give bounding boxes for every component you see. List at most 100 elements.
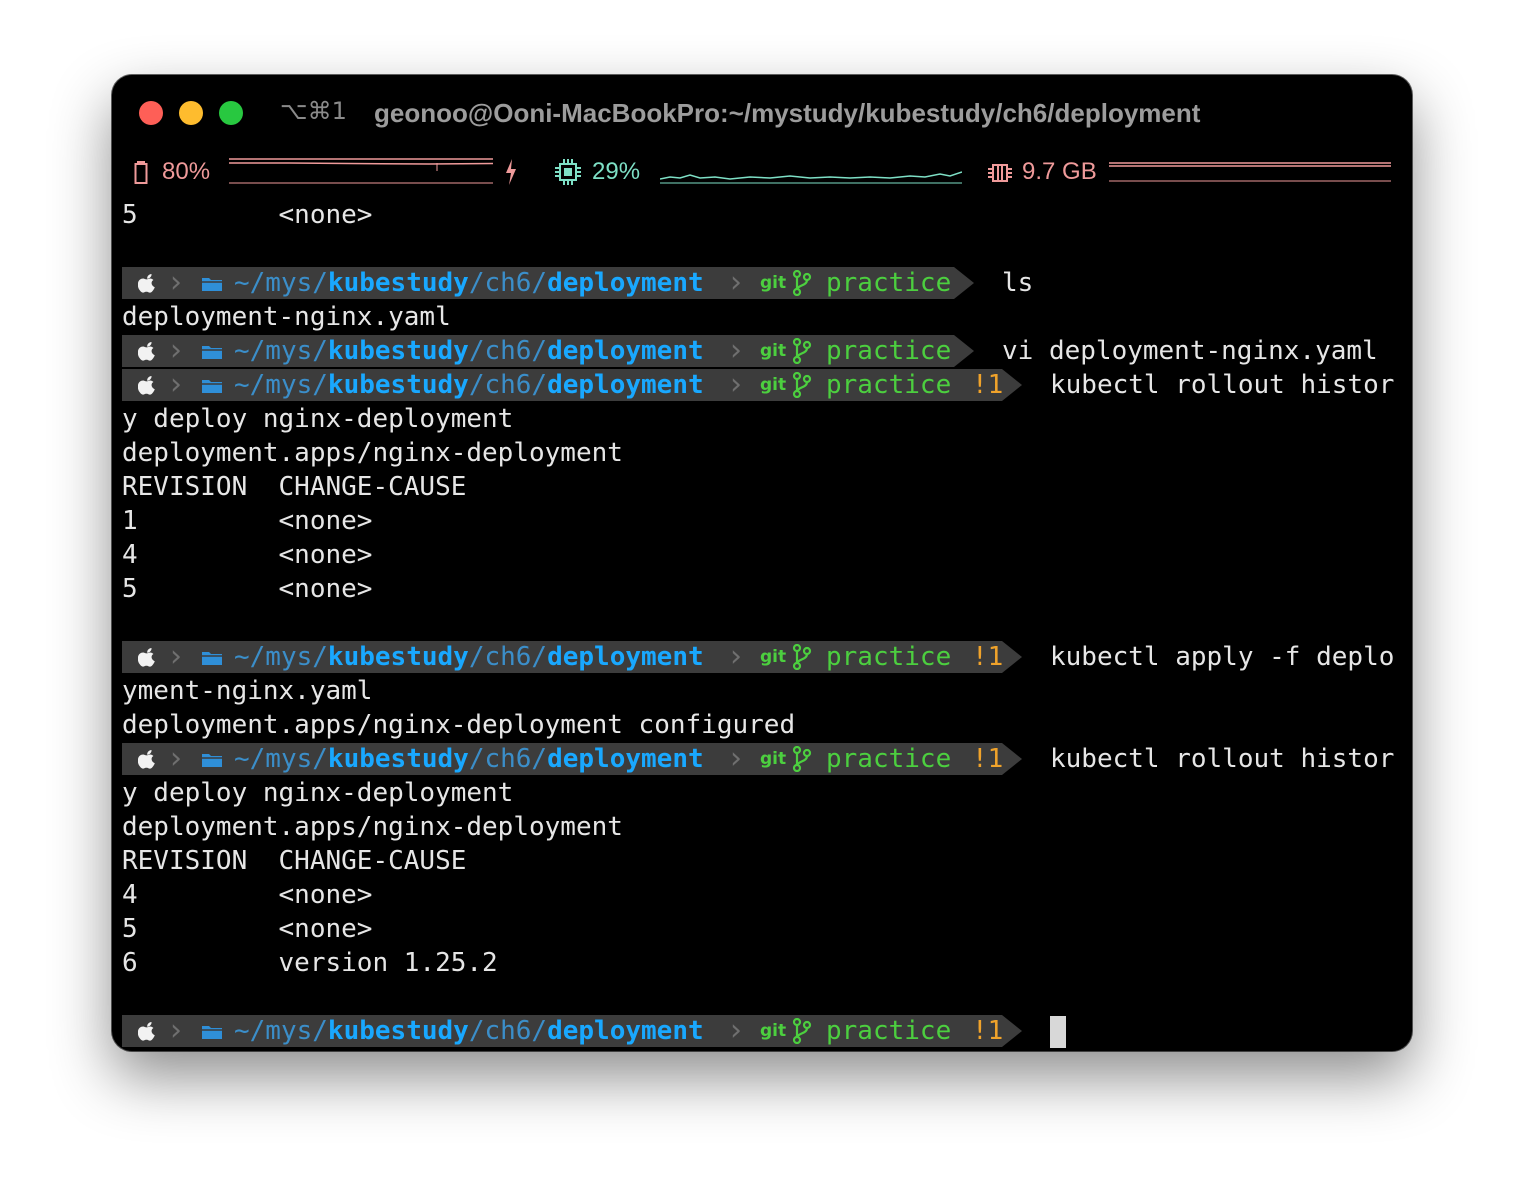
- git-icon: git: [760, 273, 787, 293]
- output-line: deployment.apps/nginx-deployment: [122, 438, 623, 468]
- path-segment-ch6: /ch6/: [468, 268, 548, 298]
- folder-icon: [202, 754, 222, 767]
- git-branch: practice: [826, 370, 952, 400]
- chevron-right-icon: ›: [170, 333, 182, 368]
- folder-icon: [202, 652, 222, 665]
- output-line: deployment.apps/nginx-deployment configu…: [122, 710, 796, 740]
- apple-icon: [138, 1022, 155, 1041]
- git-dirty-count: !1: [972, 370, 1004, 400]
- chevron-right-icon: ›: [730, 741, 742, 776]
- close-button[interactable]: [139, 101, 163, 125]
- git-icon: git: [760, 749, 787, 769]
- chevron-right-icon: ›: [730, 1013, 742, 1048]
- output-line: deployment-nginx.yaml: [122, 302, 451, 332]
- branch-icon: [792, 270, 812, 296]
- branch-icon: [792, 338, 812, 364]
- command-text: kubectl rollout histor: [1050, 744, 1395, 774]
- path-segment-ch6: /ch6/: [468, 370, 548, 400]
- path-prefix: ~/mys/: [234, 370, 328, 400]
- zoom-button[interactable]: [219, 101, 243, 125]
- branch-icon: [792, 372, 812, 398]
- git-dirty-count: !1: [972, 642, 1004, 672]
- active-shell-prompt[interactable]: › ~/mys/kubestudy/ch6/deployment › git p…: [122, 1014, 1412, 1048]
- apple-icon: [138, 274, 155, 293]
- path-segment-kubestudy: kubestudy: [327, 744, 469, 774]
- output-line: 4 <none>: [122, 880, 373, 910]
- chevron-right-icon: ›: [730, 265, 742, 300]
- terminal-window[interactable]: ⌥⌘1 geonoo@Ooni-MacBookPro:~/mystudy/kub…: [112, 75, 1412, 1051]
- path-segment-deployment: deployment: [547, 744, 704, 774]
- chevron-right-icon: ›: [170, 265, 182, 300]
- output-line: 5 <none>: [122, 914, 373, 944]
- path-segment-ch6: /ch6/: [468, 336, 548, 366]
- folder-icon: [202, 278, 222, 291]
- cpu-graph: [660, 171, 962, 184]
- minimize-button[interactable]: [179, 101, 203, 125]
- git-branch: practice: [826, 268, 952, 298]
- git-branch: practice: [826, 642, 952, 672]
- git-dirty-count: !1: [972, 1016, 1004, 1046]
- window-shortcut: ⌥⌘1: [280, 97, 347, 125]
- chevron-right-icon: ›: [170, 1013, 182, 1048]
- output-line: 1 <none>: [122, 506, 373, 536]
- charging-icon: [506, 159, 516, 185]
- cpu-icon: [555, 159, 581, 185]
- branch-icon: [792, 644, 812, 670]
- title-bar[interactable]: ⌥⌘1 geonoo@Ooni-MacBookPro:~/mystudy/kub…: [112, 75, 1412, 155]
- output-line: REVISION CHANGE-CAUSE: [122, 472, 467, 502]
- branch-icon: [792, 746, 812, 772]
- status-bar: 80% 29% 9.7 GB: [112, 155, 1412, 195]
- git-branch: practice: [826, 336, 952, 366]
- output-line: y deploy nginx-deployment: [122, 404, 514, 434]
- apple-icon: [138, 342, 155, 361]
- path-prefix: ~/mys/: [234, 268, 328, 298]
- output-line: 4 <none>: [122, 540, 373, 570]
- memory-usage: 9.7 GB: [1022, 158, 1097, 185]
- output-line: 5 <none>: [122, 200, 373, 230]
- shell-prompt: › ~/mys/kubestudy/ch6/deployment › git p…: [122, 640, 1412, 674]
- path-segment-kubestudy: kubestudy: [327, 336, 469, 366]
- path-segment-kubestudy: kubestudy: [327, 1016, 469, 1046]
- command-text: ls: [1002, 268, 1034, 298]
- command-text: kubectl rollout histor: [1050, 370, 1395, 400]
- memory-graph: [1109, 162, 1391, 182]
- git-icon: git: [760, 1021, 787, 1041]
- terminal-output[interactable]: 5 <none> › ~/mys/kubestudy/ch6/deploymen…: [122, 198, 1412, 1048]
- chevron-right-icon: ›: [170, 639, 182, 674]
- path-segment-kubestudy: kubestudy: [327, 268, 469, 298]
- battery-graph: [229, 158, 493, 184]
- output-line: REVISION CHANGE-CAUSE: [122, 846, 467, 876]
- git-icon: git: [760, 375, 787, 395]
- output-line: 6 version 1.25.2: [122, 948, 498, 978]
- path-segment-ch6: /ch6/: [468, 1016, 548, 1046]
- shell-prompt: › ~/mys/kubestudy/ch6/deployment › git p…: [122, 334, 1412, 368]
- path-segment-deployment: deployment: [547, 1016, 704, 1046]
- path-segment-ch6: /ch6/: [468, 744, 548, 774]
- git-branch: practice: [826, 744, 952, 774]
- folder-icon: [202, 346, 222, 359]
- path-prefix: ~/mys/: [234, 1016, 328, 1046]
- branch-icon: [792, 1018, 812, 1044]
- git-dirty-count: !1: [972, 744, 1004, 774]
- folder-icon: [202, 1026, 222, 1039]
- path-prefix: ~/mys/: [234, 642, 328, 672]
- chevron-right-icon: ›: [730, 639, 742, 674]
- apple-icon: [138, 648, 155, 667]
- shell-prompt: › ~/mys/kubestudy/ch6/deployment › git p…: [122, 368, 1412, 402]
- text-cursor[interactable]: [1050, 1016, 1066, 1048]
- folder-icon: [202, 380, 222, 393]
- path-prefix: ~/mys/: [234, 744, 328, 774]
- shell-prompt: › ~/mys/kubestudy/ch6/deployment › git p…: [122, 742, 1412, 776]
- chevron-right-icon: ›: [170, 367, 182, 402]
- path-segment-kubestudy: kubestudy: [327, 370, 469, 400]
- path-segment-ch6: /ch6/: [468, 642, 548, 672]
- git-icon: git: [760, 647, 787, 667]
- command-text: kubectl apply -f deplo: [1050, 642, 1395, 672]
- window-title: geonoo@Ooni-MacBookPro:~/mystudy/kubestu…: [374, 98, 1201, 128]
- battery-icon: [134, 161, 148, 184]
- path-prefix: ~/mys/: [234, 336, 328, 366]
- path-segment-kubestudy: kubestudy: [327, 642, 469, 672]
